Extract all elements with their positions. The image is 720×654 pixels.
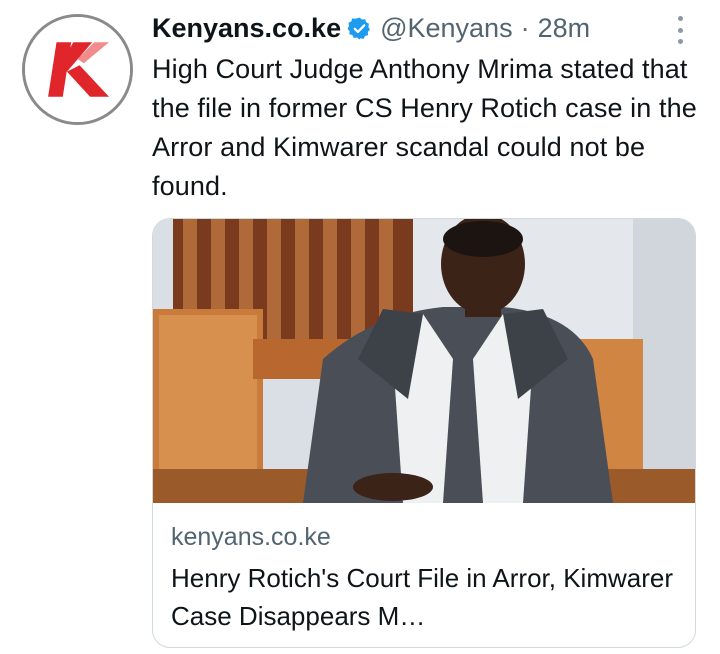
more-options-icon[interactable] — [668, 12, 692, 48]
more-dot — [677, 27, 683, 33]
card-domain: kenyans.co.ke — [171, 523, 331, 551]
avatar[interactable] — [22, 14, 133, 125]
tweet-text: High Court Judge Anthony Mrima stated th… — [152, 54, 697, 201]
separator-dot: · — [520, 12, 530, 43]
kenyans-k-logo-icon — [25, 17, 130, 122]
author-handle[interactable]: @Kenyans — [380, 13, 512, 44]
author-name[interactable]: Kenyans.co.ke — [152, 13, 341, 44]
card-title: Henry Rotich's Court File in Arror, Kimw… — [171, 563, 673, 631]
tweet-header: Kenyans.co.ke @Kenyans · 28m — [152, 8, 590, 48]
more-dot — [677, 39, 683, 44]
tweet-timestamp[interactable]: 28m — [538, 13, 591, 44]
card-photo — [153, 219, 695, 503]
card-image — [153, 219, 695, 503]
more-dot — [677, 16, 683, 21]
link-card[interactable]: kenyans.co.ke Henry Rotich's Court File … — [152, 218, 696, 648]
verified-badge-icon — [347, 17, 371, 39]
